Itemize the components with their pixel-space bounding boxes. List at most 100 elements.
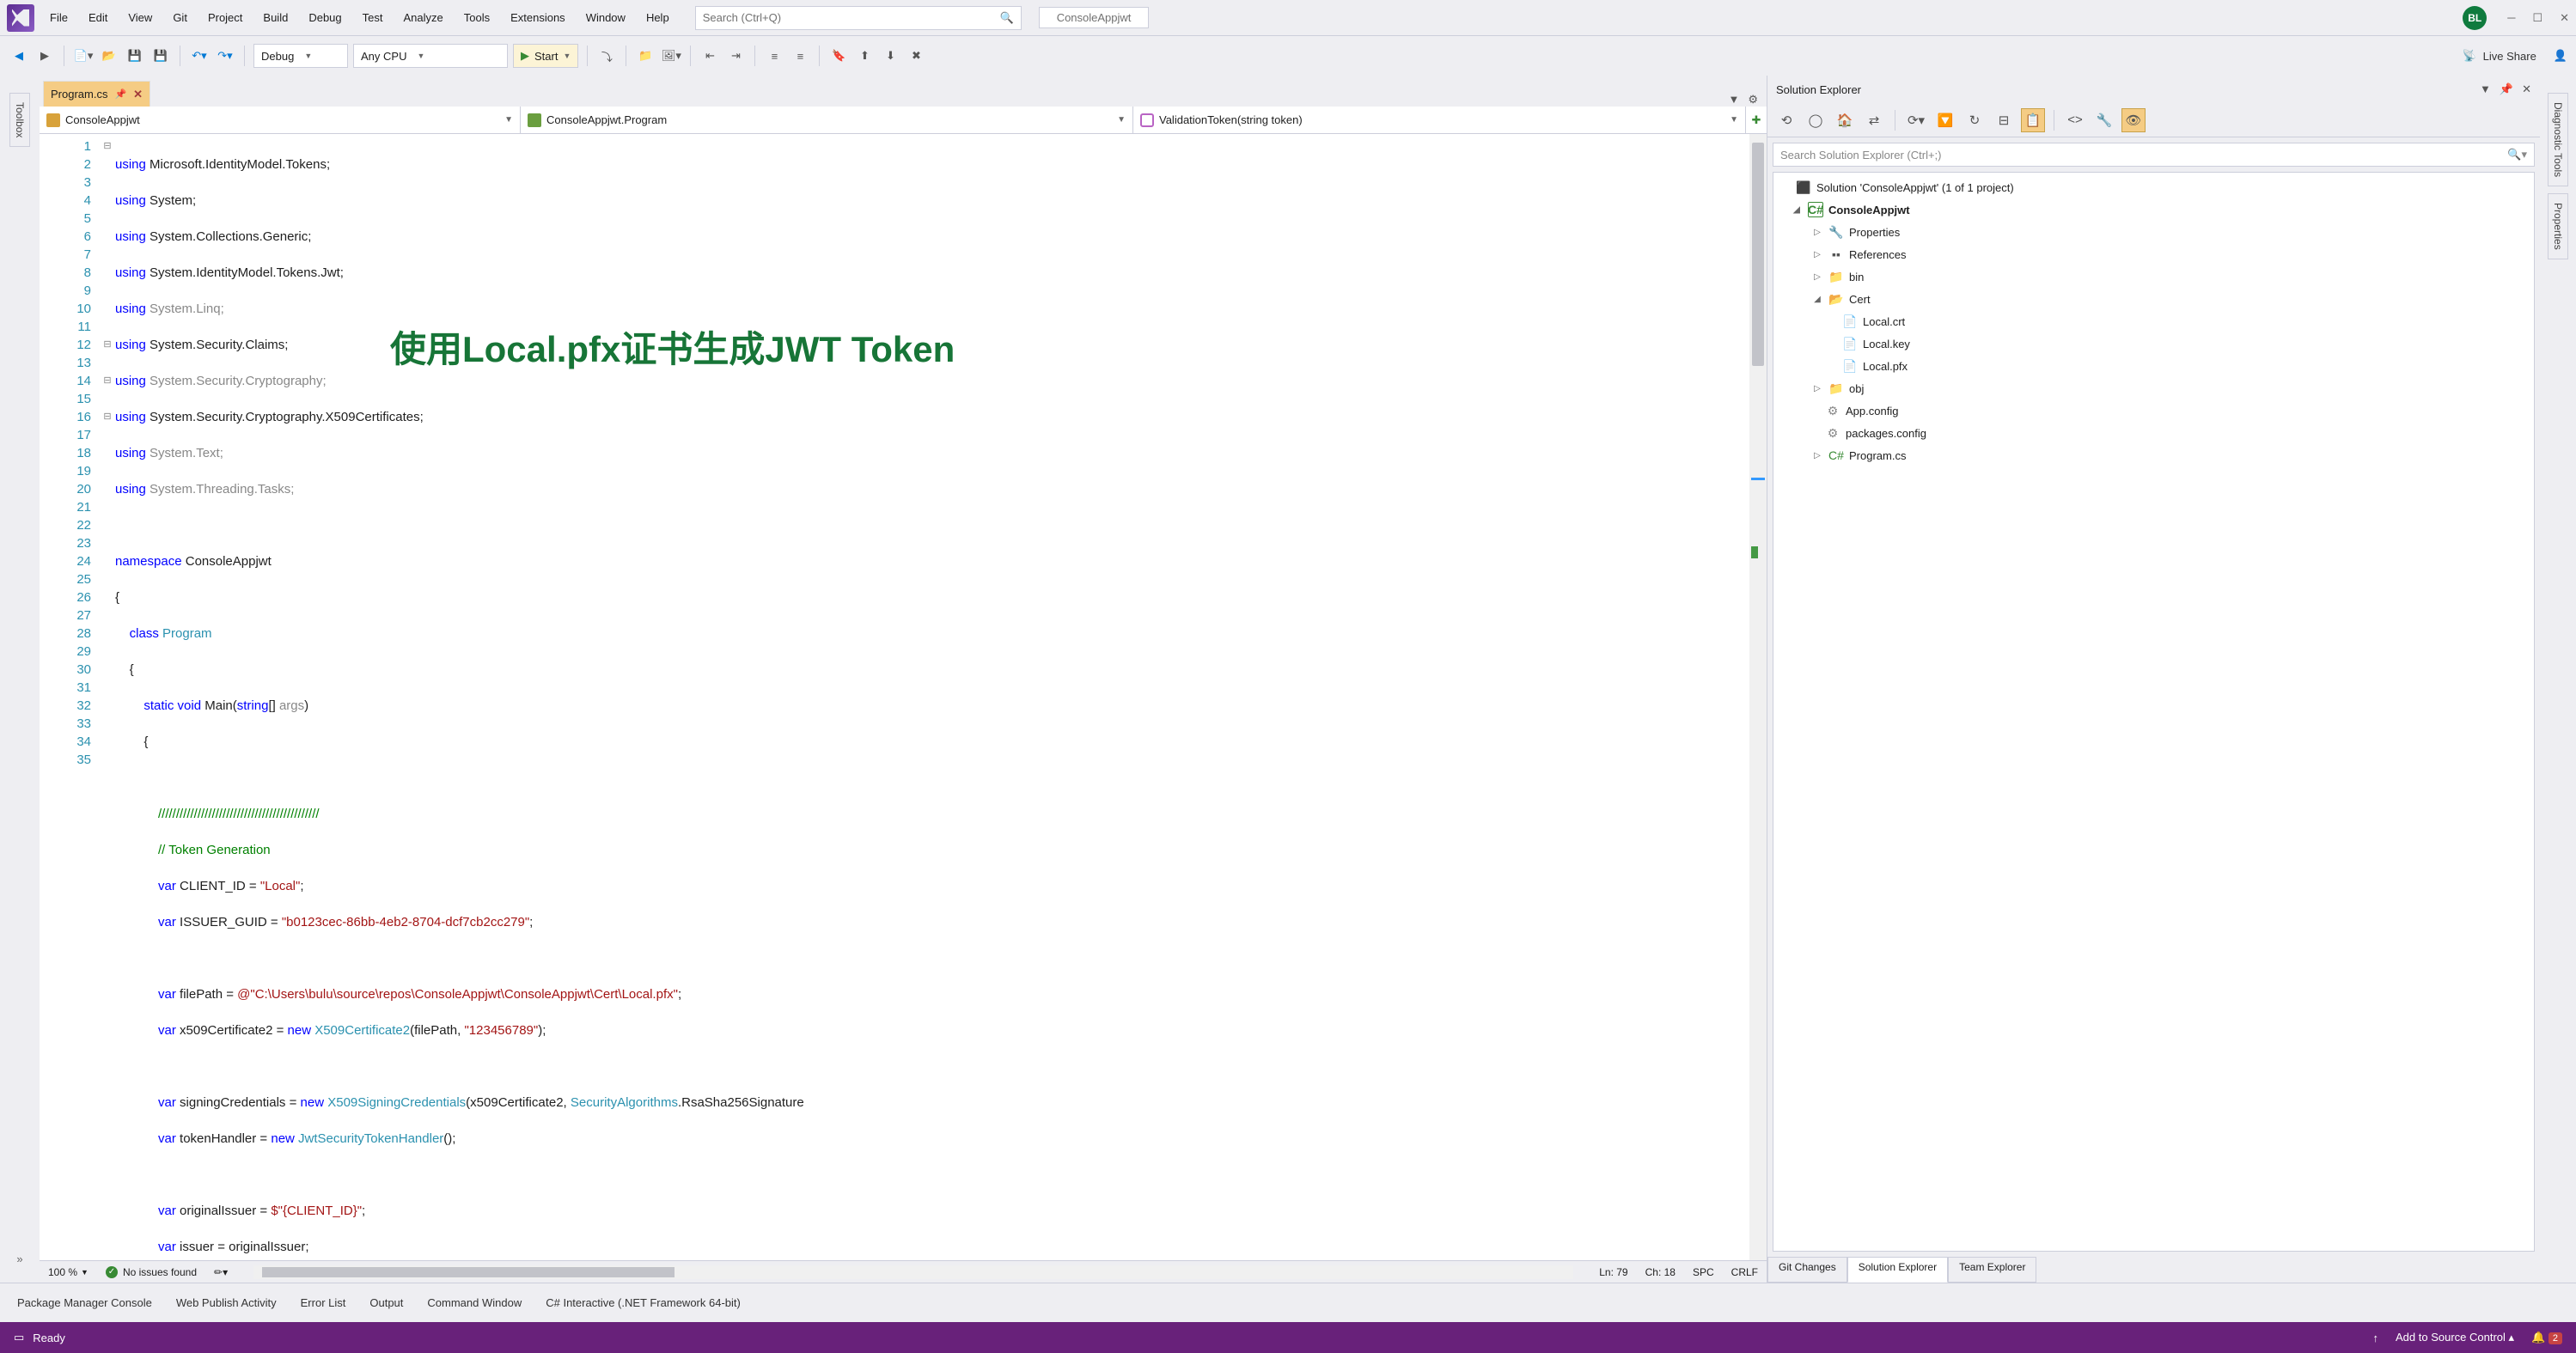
se-sync-button[interactable]: ⟳▾ <box>1904 108 1928 132</box>
tab-settings-icon[interactable]: ⚙ <box>1748 93 1758 107</box>
vertical-scrollbar[interactable] <box>1749 134 1767 1260</box>
tb-btn-a[interactable]: 📁 <box>635 46 656 66</box>
solution-tree[interactable]: ⬛ Solution 'ConsoleAppjwt' (1 of 1 proje… <box>1773 172 2535 1252</box>
code-editor[interactable]: using Microsoft.IdentityModel.Tokens; us… <box>115 134 1749 1260</box>
se-code-button[interactable]: <> <box>2063 108 2087 132</box>
tab-dropdown-icon[interactable]: ▼ <box>1728 93 1739 107</box>
global-search[interactable]: Search (Ctrl+Q) 🔍 <box>695 6 1022 30</box>
menu-help[interactable]: Help <box>638 8 678 27</box>
menu-debug[interactable]: Debug <box>300 8 350 27</box>
tree-program-cs[interactable]: ▷C# Program.cs <box>1773 444 2534 466</box>
menu-project[interactable]: Project <box>199 8 251 27</box>
tree-cert-folder[interactable]: ◢📂 Cert <box>1773 288 2534 310</box>
nav-fwd-button[interactable]: ▶ <box>34 46 55 66</box>
bm-clear-button[interactable]: ✖ <box>906 46 926 66</box>
properties-tab[interactable]: Properties <box>2548 193 2568 259</box>
user-avatar[interactable]: BL <box>2463 6 2487 30</box>
panel-close-icon[interactable]: ✕ <box>2522 82 2531 96</box>
tree-appconfig[interactable]: ⚙App.config <box>1773 399 2534 422</box>
tree-properties[interactable]: ▷🔧 Properties <box>1773 221 2534 243</box>
se-preview-button[interactable]: 👁 <box>2121 108 2146 132</box>
tab-output[interactable]: Output <box>369 1296 403 1309</box>
menu-file[interactable]: File <box>41 8 76 27</box>
close-button[interactable]: ✕ <box>2560 11 2569 25</box>
save-all-button[interactable]: 💾 <box>150 46 171 66</box>
tab-webpublish[interactable]: Web Publish Activity <box>176 1296 277 1309</box>
se-showall-button[interactable]: 📋 <box>2021 108 2045 132</box>
se-home2-button[interactable]: 🏠 <box>1833 108 1857 132</box>
se-collapse-button[interactable]: ⊟ <box>1992 108 2016 132</box>
tab-cmdwindow[interactable]: Command Window <box>427 1296 522 1309</box>
se-props-button[interactable]: 🔧 <box>2092 108 2116 132</box>
new-item-button[interactable]: 📄▾ <box>73 46 94 66</box>
panel-dropdown-icon[interactable]: ▼ <box>2480 82 2491 96</box>
undo-button[interactable]: ↶▾ <box>189 46 210 66</box>
config-dropdown[interactable]: Debug▼ <box>253 44 348 68</box>
tree-obj[interactable]: ▷📁 obj <box>1773 377 2534 399</box>
solution-search[interactable]: Search Solution Explorer (Ctrl+;) 🔍▾ <box>1773 143 2535 167</box>
se-home-button[interactable]: ⟲ <box>1774 108 1798 132</box>
tree-references[interactable]: ▷▪▪ References <box>1773 243 2534 265</box>
menu-git[interactable]: Git <box>164 8 196 27</box>
menu-edit[interactable]: Edit <box>80 8 116 27</box>
tree-local-crt[interactable]: 📄Local.crt <box>1773 310 2534 332</box>
step-button[interactable]: ⤵ <box>596 46 617 66</box>
tb-btn-b[interactable]: 🖼▾ <box>661 46 681 66</box>
zoom-dropdown[interactable]: 100 %▼ <box>48 1266 89 1278</box>
se-switch-button[interactable]: ⇄ <box>1862 108 1886 132</box>
save-button[interactable]: 💾 <box>125 46 145 66</box>
tab-errorlist[interactable]: Error List <box>301 1296 346 1309</box>
feedback-icon[interactable]: 👤 <box>2554 49 2567 63</box>
expand-left-icon[interactable]: » <box>16 1252 22 1265</box>
maximize-button[interactable]: ☐ <box>2532 11 2542 25</box>
bm-prev-button[interactable]: ⬆ <box>854 46 875 66</box>
indent-right-button[interactable]: ⇥ <box>725 46 746 66</box>
se-filter-button[interactable]: 🔽 <box>1933 108 1957 132</box>
menu-view[interactable]: View <box>119 8 161 27</box>
tree-project[interactable]: ◢C# ConsoleAppjwt <box>1773 198 2534 221</box>
panel-tab-team[interactable]: Team Explorer <box>1948 1257 2036 1283</box>
issues-status[interactable]: ✓ No issues found <box>106 1266 197 1278</box>
close-tab-icon[interactable]: ✕ <box>133 88 143 101</box>
platform-dropdown[interactable]: Any CPU▼ <box>353 44 508 68</box>
nav-class-dropdown[interactable]: ConsoleAppjwt.Program ▼ <box>521 107 1133 133</box>
split-icon[interactable]: ✚ <box>1746 107 1767 133</box>
tool-icon[interactable]: ✏▾ <box>214 1266 228 1278</box>
nav-member-dropdown[interactable]: ValidationToken(string token) ▼ <box>1133 107 1746 133</box>
menu-extensions[interactable]: Extensions <box>502 8 574 27</box>
redo-button[interactable]: ↷▾ <box>215 46 235 66</box>
panel-tab-solexp[interactable]: Solution Explorer <box>1847 1257 1948 1283</box>
menu-analyze[interactable]: Analyze <box>394 8 451 27</box>
nav-project-dropdown[interactable]: ConsoleAppjwt ▼ <box>40 107 521 133</box>
menu-tools[interactable]: Tools <box>455 8 498 27</box>
tree-local-key[interactable]: 📄Local.key <box>1773 332 2534 355</box>
notification-icon[interactable]: 🔔 2 <box>2531 1331 2562 1344</box>
live-share-button[interactable]: 📡 Live Share 👤 <box>2462 49 2567 63</box>
diagnostic-tools-tab[interactable]: Diagnostic Tools <box>2548 93 2568 186</box>
bm-next-button[interactable]: ⬇ <box>880 46 900 66</box>
bookmark-button[interactable]: 🔖 <box>828 46 849 66</box>
git-up-icon[interactable]: ↑ <box>2373 1332 2379 1344</box>
se-refresh-button[interactable]: ↻ <box>1963 108 1987 132</box>
tree-bin[interactable]: ▷📁 bin <box>1773 265 2534 288</box>
open-button[interactable]: 📂 <box>99 46 119 66</box>
panel-pin-icon[interactable]: 📌 <box>2500 82 2513 96</box>
indent-left-button[interactable]: ⇤ <box>699 46 720 66</box>
toolbox-tab[interactable]: Toolbox <box>9 93 30 147</box>
source-control-button[interactable]: Add to Source Control ▴ <box>2396 1331 2514 1344</box>
se-back-button[interactable]: ◯ <box>1804 108 1828 132</box>
pin-icon[interactable]: 📌 <box>114 88 126 100</box>
menu-window[interactable]: Window <box>577 8 634 27</box>
tree-packages[interactable]: ⚙packages.config <box>1773 422 2534 444</box>
tab-csinteractive[interactable]: C# Interactive (.NET Framework 64-bit) <box>546 1296 741 1309</box>
tree-solution-root[interactable]: ⬛ Solution 'ConsoleAppjwt' (1 of 1 proje… <box>1773 176 2534 198</box>
menu-test[interactable]: Test <box>354 8 392 27</box>
minimize-button[interactable]: ─ <box>2507 11 2515 25</box>
fold-column[interactable]: ⊟ ⊟⊟⊟ <box>100 134 115 1260</box>
comment-button[interactable]: ≡ <box>764 46 784 66</box>
panel-tab-git[interactable]: Git Changes <box>1767 1257 1847 1283</box>
uncomment-button[interactable]: ≡ <box>790 46 810 66</box>
document-tab-program[interactable]: Program.cs 📌 ✕ <box>43 81 150 107</box>
horizontal-scrollbar[interactable] <box>253 1265 1573 1279</box>
tab-pmc[interactable]: Package Manager Console <box>17 1296 152 1309</box>
